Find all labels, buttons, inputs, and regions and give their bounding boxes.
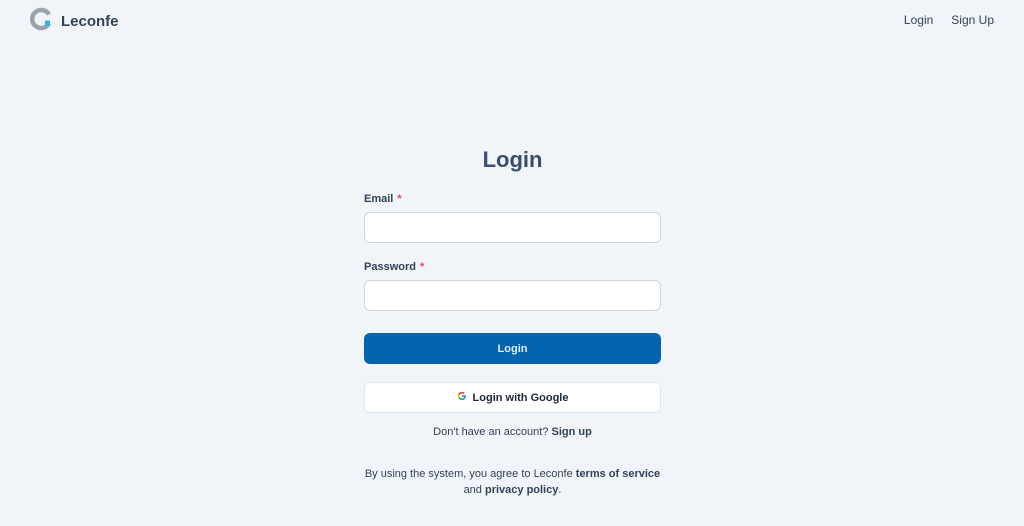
- page-title: Login: [482, 147, 543, 172]
- terms-and: and: [463, 484, 482, 496]
- google-button-label: Login with Google: [472, 391, 569, 404]
- required-asterisk: *: [397, 193, 402, 205]
- email-field[interactable]: [364, 212, 661, 243]
- required-asterisk: *: [419, 261, 425, 273]
- login-form: Login Email * Password * Login Login with …: [364, 145, 661, 496]
- signup-link[interactable]: Sign up: [551, 426, 591, 438]
- top-navbar: Leconfe Login Sign Up: [0, 0, 1024, 44]
- terms-of-service-link[interactable]: terms of service: [576, 468, 660, 480]
- password-field[interactable]: [364, 280, 661, 311]
- leconfe-logo-icon: [30, 7, 54, 36]
- terms-notice: By using the system, you agree to Leconf…: [364, 466, 661, 498]
- brand-link[interactable]: Leconfe: [30, 7, 119, 36]
- login-button[interactable]: Login: [364, 333, 661, 364]
- signup-prompt-text: Don't have an account?: [433, 426, 549, 438]
- top-nav: Login Sign Up: [904, 13, 994, 27]
- login-with-google-button[interactable]: Login with Google: [364, 382, 661, 413]
- password-label: Password *: [364, 261, 424, 273]
- signup-prompt: Don't have an account? Sign up: [364, 426, 661, 438]
- email-label: Email *: [364, 193, 402, 205]
- nav-login-link[interactable]: Login: [904, 13, 933, 27]
- password-label-text: Password: [364, 261, 416, 273]
- google-icon: [457, 391, 467, 404]
- email-label-text: Email: [364, 193, 394, 205]
- terms-prefix: By using the system, you agree to Leconf…: [364, 468, 573, 480]
- nav-signup-link[interactable]: Sign Up: [951, 13, 994, 27]
- privacy-policy-link[interactable]: privacy policy: [485, 484, 558, 496]
- terms-suffix: .: [558, 484, 562, 496]
- brand-name: Leconfe: [61, 12, 119, 30]
